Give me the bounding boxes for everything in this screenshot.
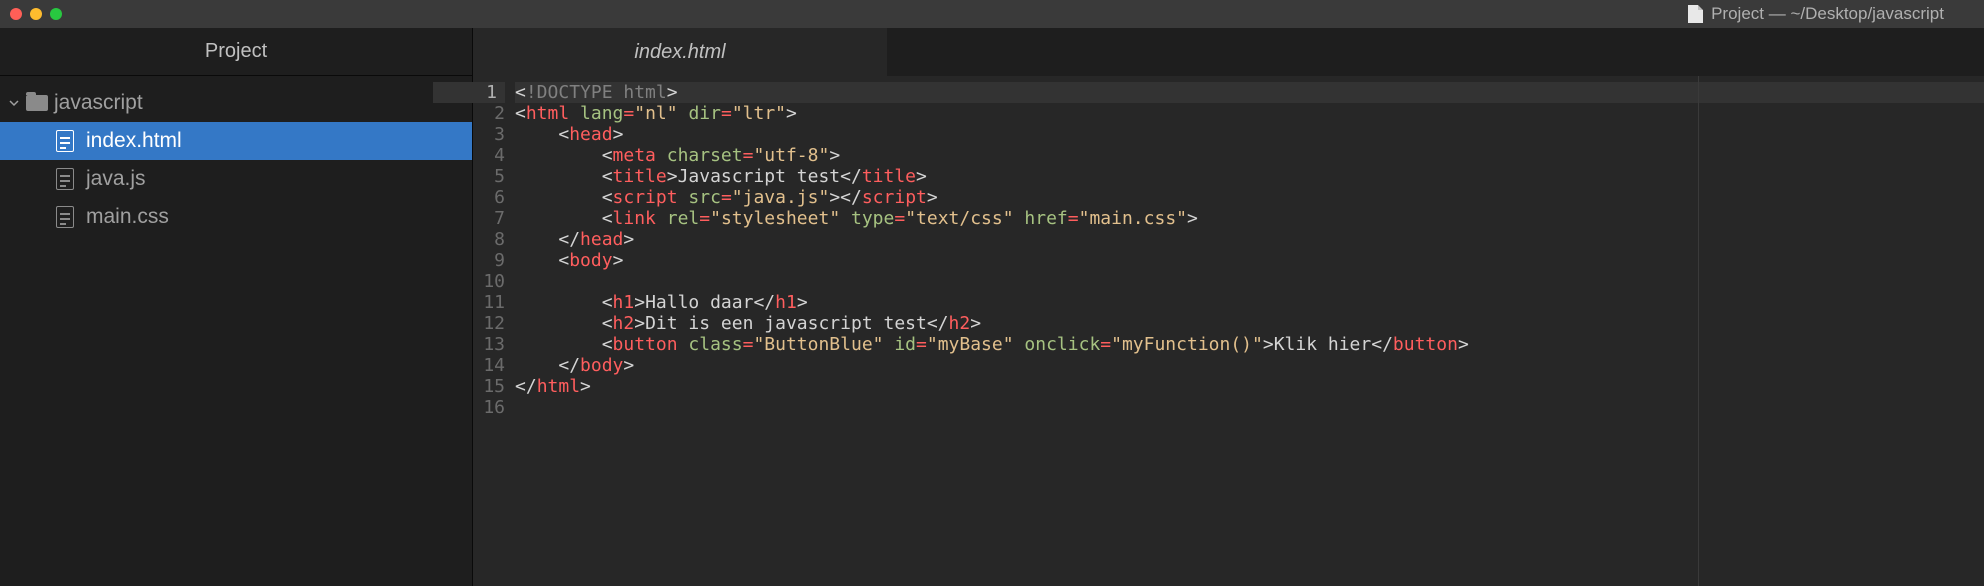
file-icon [56, 206, 74, 228]
sidebar: Project javascript index.html java.js main… [0, 28, 473, 586]
editor-ruler [1698, 76, 1699, 586]
chevron-down-icon [8, 97, 20, 109]
tab-active[interactable]: index.html [473, 28, 887, 76]
tree-file-item[interactable]: main.css [0, 198, 472, 236]
titlebar: Project — ~/Desktop/javascript [0, 0, 1984, 28]
folder-icon [26, 95, 48, 111]
tree-file-item[interactable]: java.js [0, 160, 472, 198]
main-area: Project javascript index.html java.js main… [0, 28, 1984, 586]
traffic-lights [10, 8, 62, 20]
file-tree: javascript index.html java.js main.css [0, 76, 472, 236]
tab-label: index.html [634, 41, 725, 64]
file-icon [1688, 5, 1703, 23]
tree-file-label: index.html [86, 129, 182, 153]
sidebar-title: Project [0, 28, 472, 76]
line-number-gutter: 12345678910111213141516 [473, 76, 513, 586]
file-icon [56, 168, 74, 190]
tree-file-label: java.js [86, 167, 146, 191]
maximize-window-button[interactable] [50, 8, 62, 20]
tree-folder-label: javascript [54, 91, 143, 115]
window-title: Project — ~/Desktop/javascript [1688, 4, 1944, 24]
tabs: index.html [473, 28, 1984, 76]
code-content[interactable]: <!DOCTYPE html><html lang="nl" dir="ltr"… [513, 76, 1984, 586]
editor-area: index.html 12345678910111213141516 <!DOC… [473, 28, 1984, 586]
tree-file-item[interactable]: index.html [0, 122, 472, 160]
minimize-window-button[interactable] [30, 8, 42, 20]
window-title-text: Project — ~/Desktop/javascript [1711, 4, 1944, 24]
tree-file-label: main.css [86, 205, 169, 229]
code-editor[interactable]: 12345678910111213141516 <!DOCTYPE html><… [473, 76, 1984, 586]
close-window-button[interactable] [10, 8, 22, 20]
tree-folder-root[interactable]: javascript [0, 84, 472, 122]
file-icon [56, 130, 74, 152]
